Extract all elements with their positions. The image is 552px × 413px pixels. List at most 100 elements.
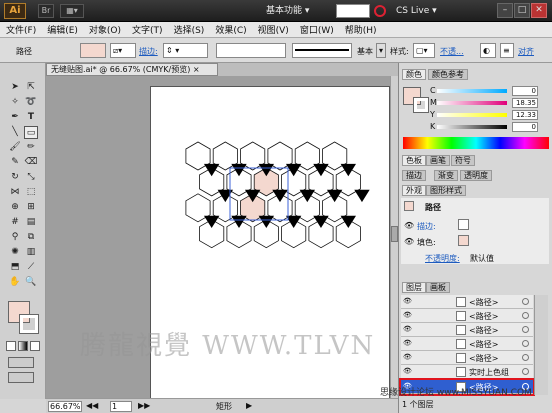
tab-color-guide[interactable]: 颜色参考 <box>428 69 468 80</box>
tab-stroke[interactable]: 描边 <box>402 170 426 181</box>
none-mode-icon[interactable] <box>30 341 40 351</box>
layer-row[interactable]: 👁 <路径> <box>401 323 533 337</box>
magic-wand-tool-icon[interactable]: ✧ <box>8 96 22 109</box>
brush-line-preview[interactable] <box>292 43 352 58</box>
eyedropper-tool-icon[interactable]: ⚲ <box>8 231 22 244</box>
gradient-mode-icon[interactable] <box>18 341 28 351</box>
menu-type[interactable]: 文字(T) <box>132 23 163 36</box>
hand-tool-icon[interactable]: ✋ <box>8 276 22 289</box>
width-tool-icon[interactable]: ⋈ <box>8 186 22 199</box>
menu-edit[interactable]: 编辑(E) <box>47 23 78 36</box>
gradient-tool-icon[interactable]: ▤ <box>24 216 38 229</box>
tab-graphic-styles[interactable]: 图形样式 <box>426 185 466 196</box>
value-m[interactable]: 18.35 <box>512 98 538 108</box>
document-tab-close[interactable]: × <box>193 65 200 74</box>
shape-builder-tool-icon[interactable]: ⊕ <box>8 201 22 214</box>
vertical-scrollbar[interactable] <box>390 76 398 398</box>
menu-object[interactable]: 对象(O) <box>89 23 121 36</box>
fill-swatch[interactable] <box>80 43 106 58</box>
stroke-weight-field[interactable]: ⇕ ▾ <box>163 43 208 58</box>
tab-gradient[interactable]: 渐变 <box>434 170 458 181</box>
pencil-tool-icon[interactable]: ✏ <box>24 141 38 154</box>
style-dropdown[interactable]: ▢▾ <box>413 43 435 58</box>
artboard-nav-next[interactable]: ▶▶ <box>138 401 158 412</box>
variable-width-dropdown[interactable] <box>216 43 286 58</box>
tab-artboards[interactable]: 画板 <box>426 282 450 293</box>
align-icon[interactable]: ≡ <box>500 43 514 58</box>
search-field[interactable] <box>336 4 370 18</box>
slider-m[interactable] <box>437 101 507 105</box>
free-transform-tool-icon[interactable]: ⬚ <box>24 186 38 199</box>
tab-brushes[interactable]: 画笔 <box>426 155 450 166</box>
color-spectrum-bar[interactable] <box>403 137 549 149</box>
appearance-fill-row[interactable]: 填色: <box>417 237 436 248</box>
eye-icon[interactable]: 👁 <box>404 237 414 246</box>
menu-help[interactable]: 帮助(H) <box>345 23 377 36</box>
direct-selection-tool-icon[interactable]: ⇱ <box>24 81 38 94</box>
artboard-nav-prev[interactable]: ◀◀ <box>86 401 106 412</box>
value-k[interactable]: 0 <box>512 122 538 132</box>
screen-mode-icon[interactable] <box>8 372 34 383</box>
slider-k[interactable] <box>437 125 507 129</box>
recolor-icon[interactable]: ◐ <box>480 43 496 58</box>
slider-c[interactable] <box>437 89 507 93</box>
tab-swatches[interactable]: 色板 <box>402 155 426 166</box>
selection-tool-icon[interactable]: ➤ <box>8 81 22 94</box>
symbol-sprayer-tool-icon[interactable]: ✺ <box>8 246 22 259</box>
align-link[interactable]: 对齐 <box>518 46 534 57</box>
eye-icon[interactable]: 👁 <box>404 221 414 230</box>
layers-scrollbar[interactable] <box>534 295 548 395</box>
stroke-color-swatch[interactable] <box>19 314 39 334</box>
zoom-field[interactable]: 66.67% <box>48 401 82 412</box>
tab-color[interactable]: 颜色 <box>402 69 426 80</box>
rectangle-tool-icon[interactable]: ▭ <box>24 126 38 139</box>
menu-window[interactable]: 窗口(W) <box>300 23 334 36</box>
stroke-weight-label[interactable]: 描边: <box>139 46 158 57</box>
bridge-icon[interactable]: Br <box>38 4 54 18</box>
artboard-tool-icon[interactable]: ⬒ <box>8 261 22 274</box>
pen-tool-icon[interactable]: ✒ <box>8 111 22 124</box>
eraser-tool-icon[interactable]: ⌫ <box>24 156 38 169</box>
layer-row[interactable]: 👁 <路径> <box>401 337 533 351</box>
arrange-documents-icon[interactable]: ▦▾ <box>60 4 84 18</box>
value-c[interactable]: 0 <box>512 86 538 96</box>
value-y[interactable]: 12.33 <box>512 110 538 120</box>
cs-live-button[interactable]: CS Live ▾ <box>396 4 456 18</box>
document-tab[interactable]: 无缝贴图.ai* @ 66.67% (CMYK/预览) × <box>46 63 218 76</box>
appearance-stroke-row[interactable]: 描边: <box>417 221 436 232</box>
color-mode-icon[interactable] <box>6 341 16 351</box>
paintbrush-tool-icon[interactable]: 🖌 <box>8 141 22 154</box>
tab-transparency[interactable]: 透明度 <box>460 170 492 181</box>
draw-mode-icon[interactable] <box>8 357 34 368</box>
appearance-fill-swatch[interactable] <box>458 235 469 246</box>
slice-tool-icon[interactable]: ⟋ <box>24 261 38 274</box>
rotate-tool-icon[interactable]: ↻ <box>8 171 22 184</box>
menu-view[interactable]: 视图(V) <box>258 23 289 36</box>
column-graph-tool-icon[interactable]: ▥ <box>24 246 38 259</box>
workspace-switcher[interactable]: 基本功能 ▾ <box>266 4 328 18</box>
tab-layers[interactable]: 图层 <box>402 282 426 293</box>
type-tool-icon[interactable]: T <box>24 111 38 124</box>
scale-tool-icon[interactable]: ⤡ <box>24 171 38 184</box>
status-menu-arrow[interactable]: ▶ <box>246 401 252 410</box>
blend-tool-icon[interactable]: ⧉ <box>24 231 38 244</box>
menu-effect[interactable]: 效果(C) <box>215 23 246 36</box>
minimize-button[interactable]: – <box>497 3 513 18</box>
appearance-stroke-swatch[interactable] <box>458 219 469 230</box>
layer-row[interactable]: 👁 <路径> <box>401 309 533 323</box>
blob-brush-tool-icon[interactable]: ✎ <box>8 156 22 169</box>
menu-file[interactable]: 文件(F) <box>6 23 36 36</box>
stroke-swatch[interactable]: ⧄▾ <box>110 43 136 58</box>
layer-row[interactable]: 👁 实时上色组 <box>401 365 533 379</box>
perspective-grid-tool-icon[interactable]: ⊞ <box>24 201 38 214</box>
lasso-tool-icon[interactable]: ➰ <box>24 96 38 109</box>
maximize-button[interactable]: □ <box>514 3 530 18</box>
appearance-opacity-link[interactable]: 不透明度: <box>425 253 460 264</box>
tab-symbols[interactable]: 符号 <box>451 155 475 166</box>
zoom-tool-icon[interactable]: 🔍 <box>24 276 38 289</box>
brush-dropdown[interactable]: ▾ <box>376 43 386 58</box>
line-tool-icon[interactable]: ╲ <box>8 126 22 139</box>
layer-row[interactable]: 👁 <路径> <box>401 351 533 365</box>
mesh-tool-icon[interactable]: # <box>8 216 22 229</box>
slider-y[interactable] <box>437 113 507 117</box>
